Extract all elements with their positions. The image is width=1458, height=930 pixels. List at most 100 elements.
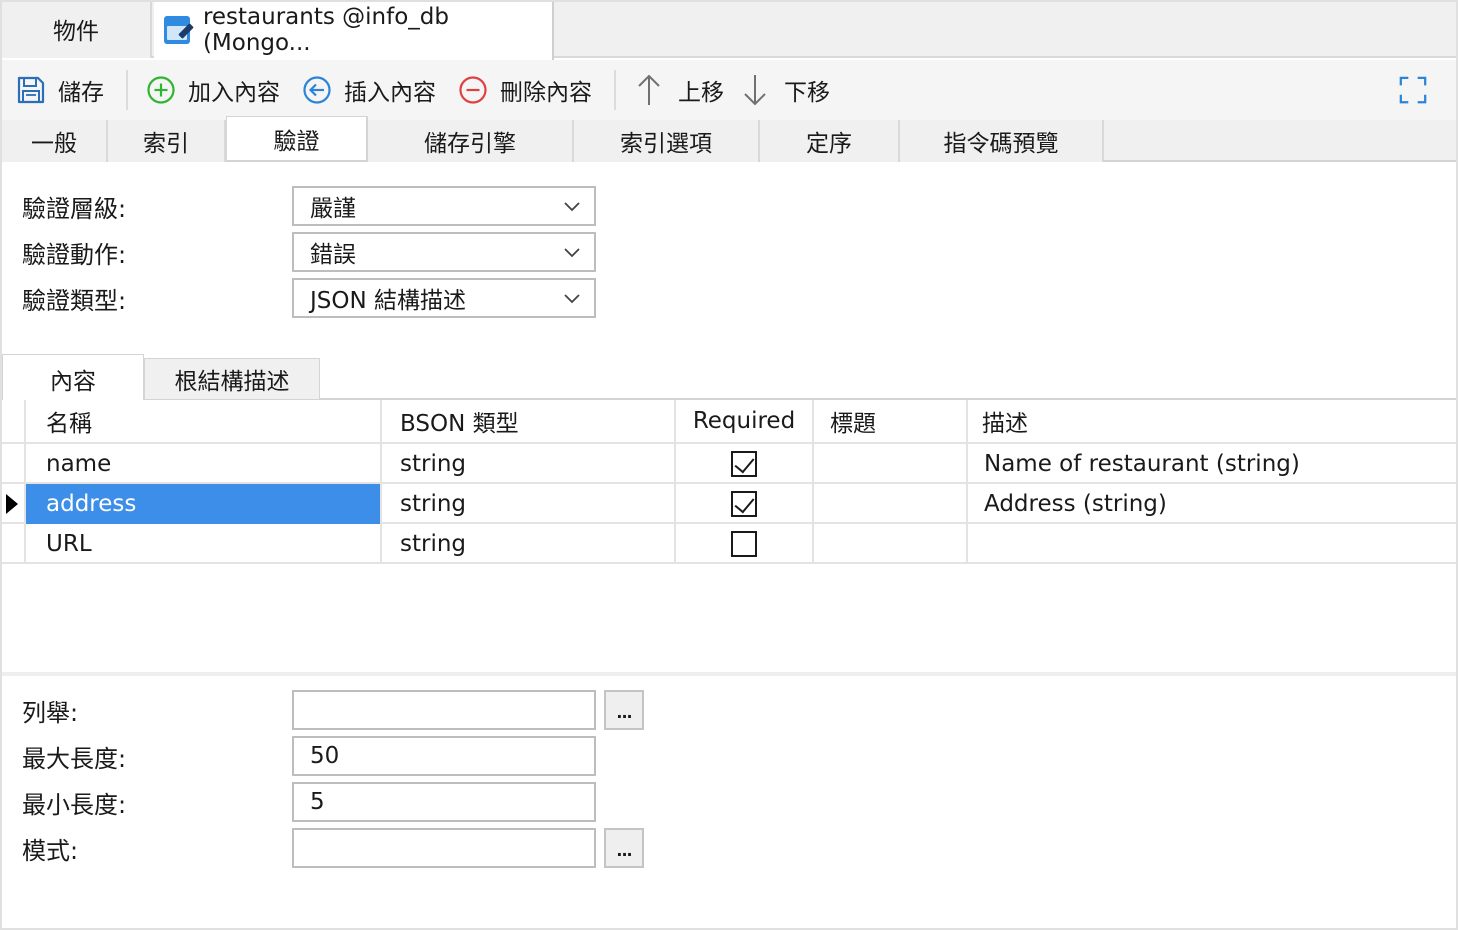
current-row-arrow-icon [6, 494, 18, 514]
tab-storage-engine-label: 儲存引擎 [424, 131, 516, 157]
arrow-up-icon [634, 74, 664, 105]
field-title-cell[interactable] [814, 444, 968, 484]
fields-grid: 名稱 BSON 類型 Required 標題 描述 name string Na… [0, 400, 1458, 672]
main-tab-bar: 一般 索引 驗證 儲存引擎 索引選項 定序 指令碼預覽 [0, 116, 1458, 162]
field-type-cell[interactable]: string [382, 524, 676, 564]
row-indicator [0, 524, 26, 564]
validation-level-label: 驗證層級: [22, 194, 127, 223]
fullscreen-icon [1398, 75, 1428, 105]
validation-level-value: 嚴謹 [310, 196, 356, 222]
fullscreen-button[interactable] [1398, 72, 1440, 108]
field-required-cell [676, 484, 814, 524]
move-up-label: 上移 [678, 80, 724, 106]
tab-validation[interactable]: 驗證 [226, 116, 368, 160]
chevron-down-icon [564, 294, 580, 304]
tab-objects-label: 物件 [53, 19, 99, 45]
tab-validation-label: 驗證 [273, 128, 320, 155]
toolbar-separator [126, 70, 128, 110]
pattern-label: 模式: [22, 836, 79, 865]
enum-edit-button[interactable]: ... [604, 690, 644, 730]
enum-label: 列舉: [22, 698, 79, 727]
schema-sub-tab-bar: 內容 根結構描述 [0, 354, 1458, 402]
field-name-cell[interactable]: URL [26, 524, 382, 564]
field-description-cell[interactable]: Address (string) [968, 484, 1458, 524]
arrow-left-circle-icon [302, 75, 332, 105]
field-type-cell[interactable]: string [382, 484, 676, 524]
validation-level-select[interactable]: 嚴謹 [292, 186, 596, 226]
validation-action-value: 錯誤 [310, 242, 356, 268]
field-type-cell[interactable]: string [382, 444, 676, 484]
column-header-description[interactable]: 描述 [968, 400, 1458, 442]
tab-collection-editor[interactable]: restaurants @info_db (Mongo... [154, 0, 554, 60]
insert-field-button[interactable]: 插入內容 [302, 72, 436, 108]
pattern-edit-button[interactable]: ... [604, 828, 644, 868]
move-down-label: 下移 [784, 80, 830, 106]
field-description-cell[interactable] [968, 524, 1458, 564]
table-row[interactable]: name string Name of restaurant (string) [0, 444, 1458, 484]
row-indicator [0, 444, 26, 484]
required-checkbox[interactable] [731, 451, 757, 477]
field-description-cell[interactable]: Name of restaurant (string) [968, 444, 1458, 484]
floppy-disk-icon [16, 75, 46, 105]
current-row-indicator [0, 484, 26, 524]
tab-collation-label: 定序 [806, 131, 852, 157]
column-header-required[interactable]: Required [676, 400, 814, 442]
move-down-button[interactable]: 下移 [740, 72, 830, 108]
tab-collection-label: restaurants @info_db (Mongo... [202, 4, 449, 56]
tab-indexes[interactable]: 索引 [108, 120, 226, 162]
add-field-label: 加入內容 [188, 80, 280, 106]
tab-objects[interactable]: 物件 [2, 0, 152, 58]
required-checkbox[interactable] [731, 531, 757, 557]
collection-edit-icon [162, 14, 194, 46]
table-row[interactable]: address string Address (string) [0, 484, 1458, 524]
field-name-cell[interactable]: name [26, 444, 382, 484]
max-length-label: 最大長度: [22, 744, 127, 773]
arrow-down-icon [740, 75, 770, 106]
tab-collation[interactable]: 定序 [760, 120, 900, 162]
column-header-title[interactable]: 標題 [814, 400, 968, 442]
tab-content[interactable]: 內容 [2, 354, 144, 402]
add-field-button[interactable]: 加入內容 [146, 72, 280, 108]
tab-index-options[interactable]: 索引選項 [574, 120, 760, 162]
plus-circle-icon [146, 75, 176, 105]
validation-type-label: 驗證類型: [22, 286, 127, 315]
document-tab-bar: 物件 restaurants @info_db (Mongo... [0, 0, 1458, 60]
max-length-input[interactable]: 50 [292, 736, 596, 776]
toolbar: 儲存 加入內容 插入內容 刪除內容 上移 下移 [0, 60, 1458, 120]
field-required-cell [676, 444, 814, 484]
field-name-cell[interactable]: address [26, 484, 382, 524]
move-up-button[interactable]: 上移 [634, 72, 724, 108]
field-required-cell [676, 524, 814, 564]
row-indicator-header [0, 400, 26, 442]
tab-script-preview-label: 指令碼預覽 [943, 131, 1059, 157]
tab-root-schema-label: 根結構描述 [174, 369, 290, 395]
tab-indexes-label: 索引 [143, 131, 189, 157]
min-length-input[interactable]: 5 [292, 782, 596, 822]
validation-type-select[interactable]: JSON 結構描述 [292, 278, 596, 318]
delete-field-label: 刪除內容 [500, 80, 592, 106]
tab-general-label: 一般 [31, 131, 77, 157]
save-button[interactable]: 儲存 [16, 72, 104, 108]
validation-action-select[interactable]: 錯誤 [292, 232, 596, 272]
tab-root-schema[interactable]: 根結構描述 [144, 358, 320, 400]
field-title-cell[interactable] [814, 484, 968, 524]
enum-input[interactable] [292, 690, 596, 730]
pattern-input[interactable] [292, 828, 596, 868]
field-title-cell[interactable] [814, 524, 968, 564]
validation-action-label: 驗證動作: [22, 240, 127, 269]
tab-storage-engine[interactable]: 儲存引擎 [368, 120, 574, 162]
tab-script-preview[interactable]: 指令碼預覽 [900, 120, 1104, 162]
column-header-bson-type[interactable]: BSON 類型 [382, 400, 676, 442]
grid-header-row: 名稱 BSON 類型 Required 標題 描述 [0, 400, 1458, 444]
tab-general[interactable]: 一般 [2, 120, 108, 162]
panel-divider[interactable] [0, 672, 1458, 676]
column-header-name[interactable]: 名稱 [26, 400, 382, 442]
table-row[interactable]: URL string [0, 524, 1458, 564]
required-checkbox[interactable] [731, 491, 757, 517]
save-button-label: 儲存 [58, 80, 104, 106]
toolbar-separator [614, 70, 616, 110]
tab-content-label: 內容 [50, 368, 96, 395]
minus-circle-icon [458, 75, 488, 105]
chevron-down-icon [564, 202, 580, 212]
delete-field-button[interactable]: 刪除內容 [458, 72, 592, 108]
